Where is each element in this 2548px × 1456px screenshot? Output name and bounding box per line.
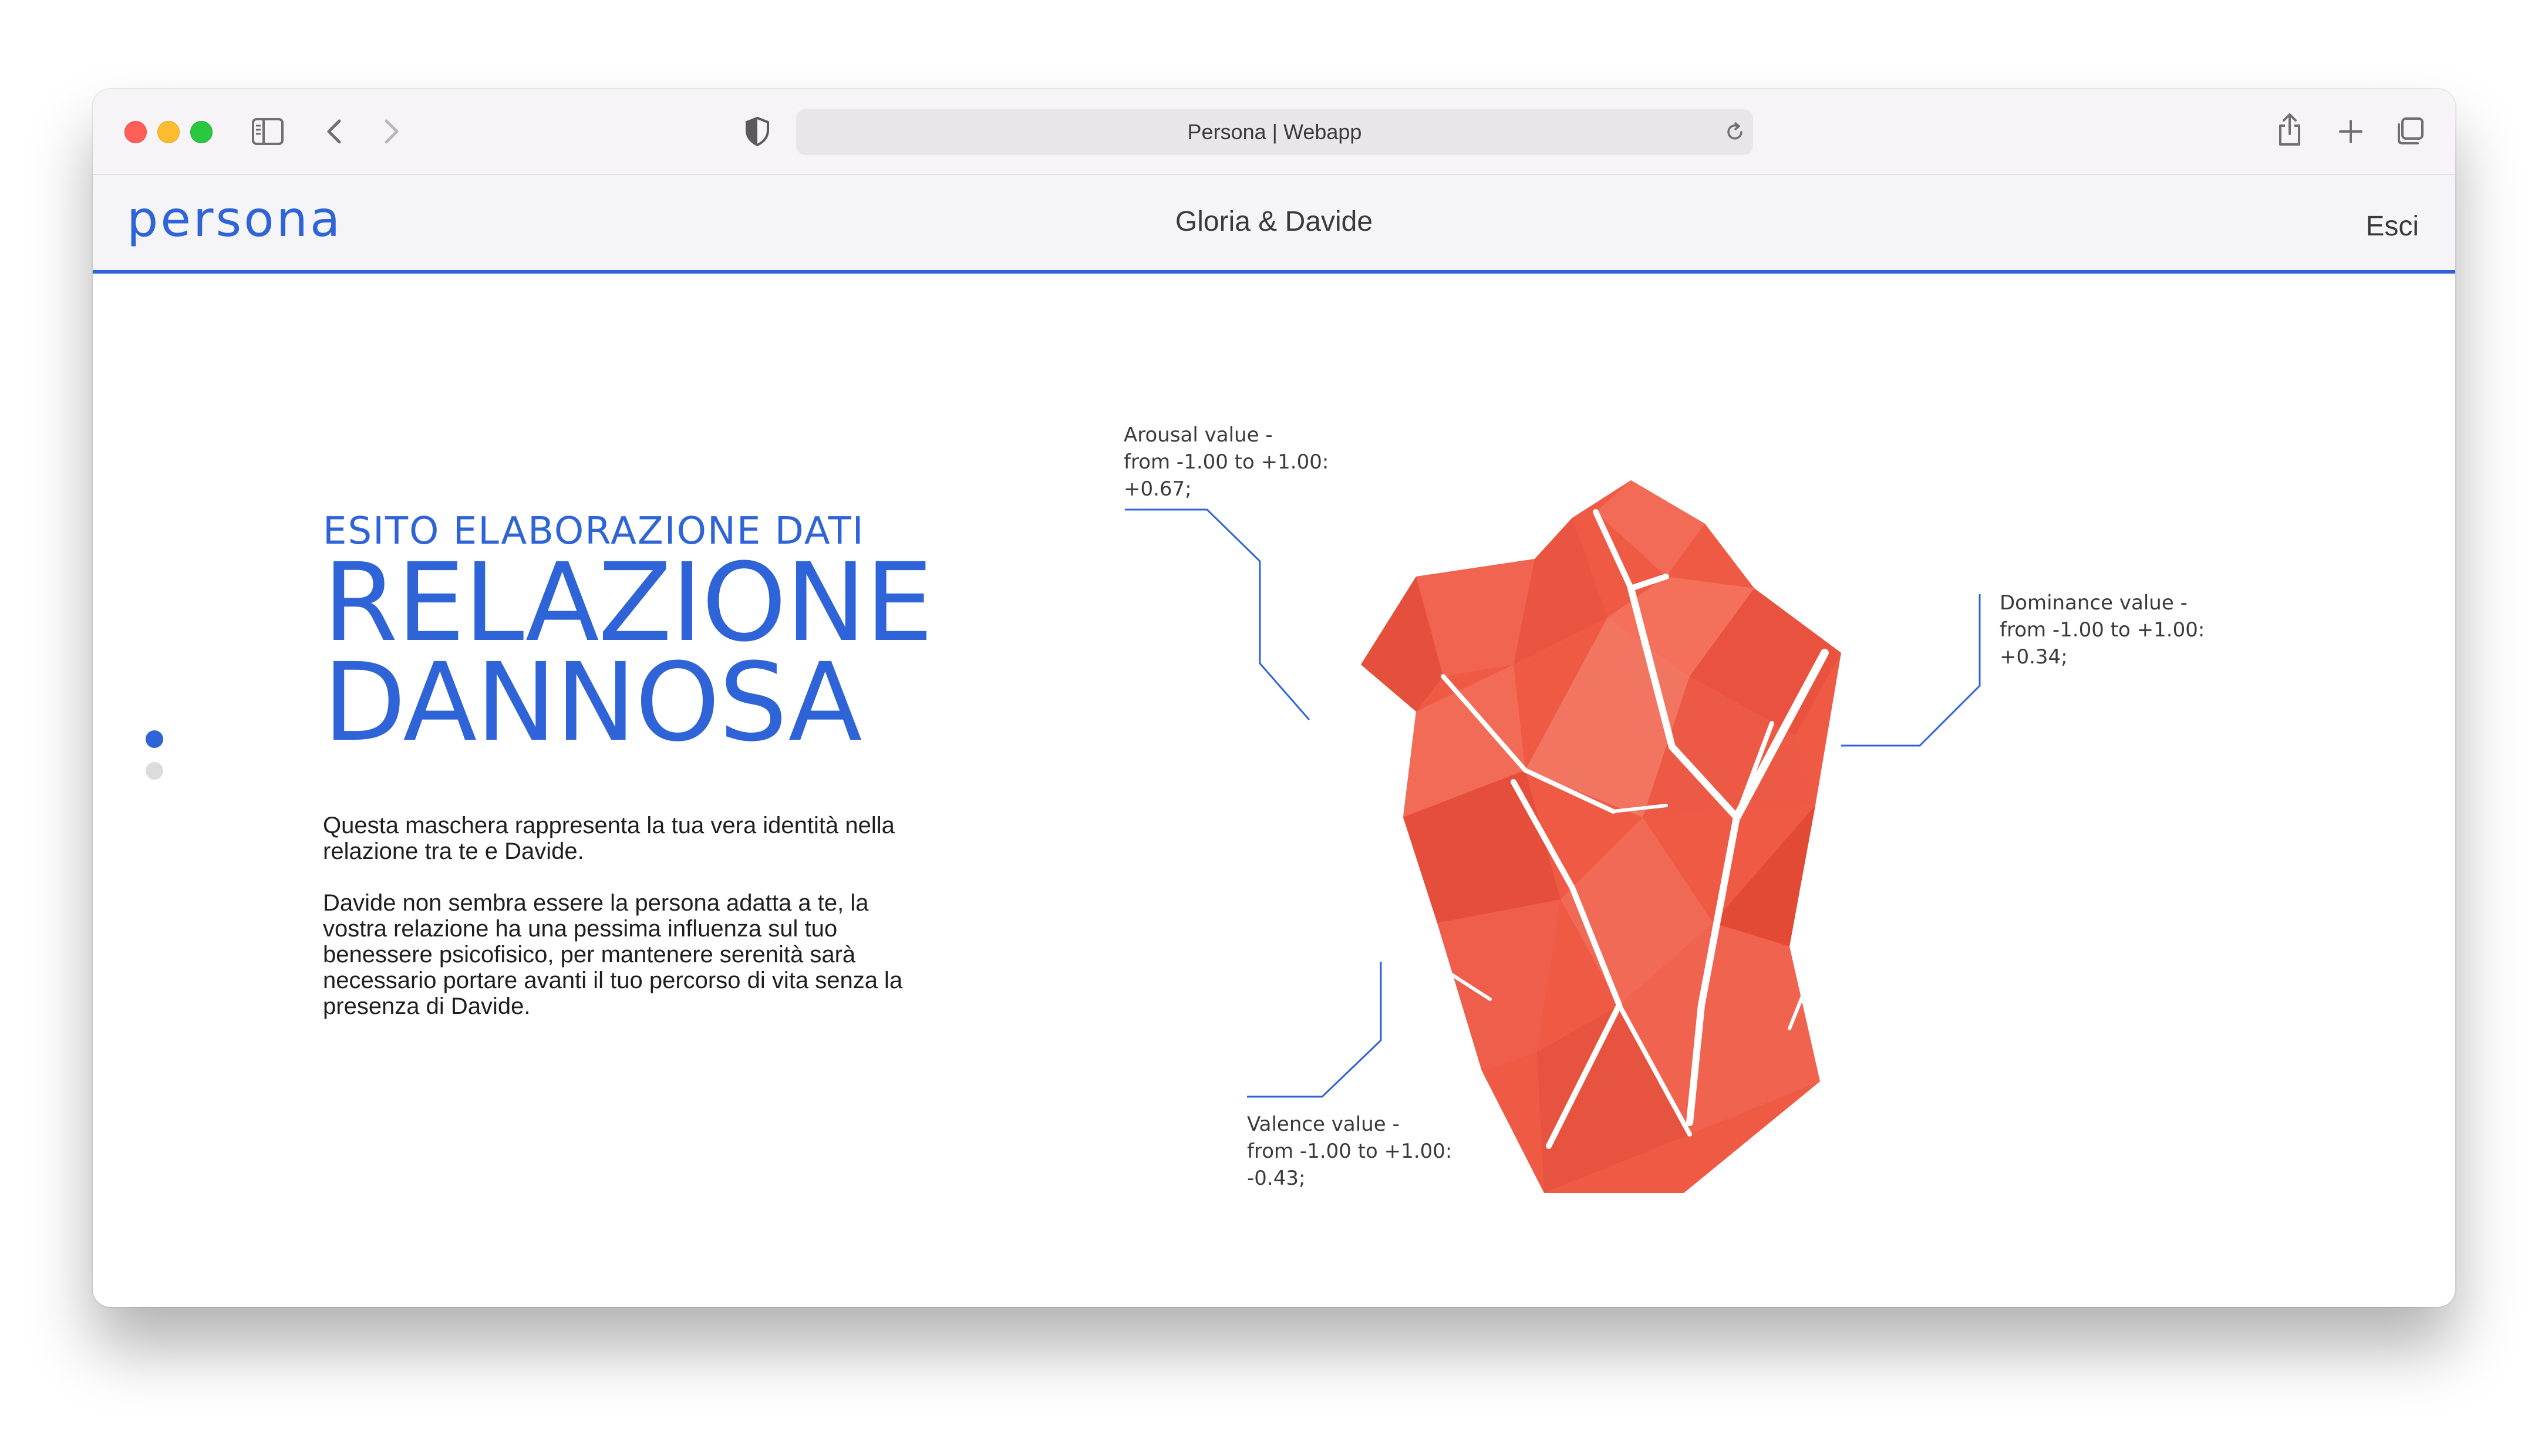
- dominance-connector-line: [1841, 594, 1981, 747]
- arousal-value-label: Arousal value - from -1.00 to +1.00: +0.…: [1124, 422, 1329, 503]
- arousal-value: +0.67;: [1124, 477, 1192, 501]
- valence-value: -0.43;: [1247, 1167, 1306, 1190]
- arousal-title: Arousal value -: [1124, 423, 1273, 447]
- valence-range: from -1.00 to +1.00:: [1247, 1140, 1452, 1163]
- dominance-title: Dominance value -: [2000, 591, 2188, 615]
- dominance-range: from -1.00 to +1.00:: [2000, 618, 2205, 642]
- arousal-connector-line: [1125, 508, 1310, 720]
- crystal-mask-illustration: [1361, 480, 1841, 1193]
- dominance-value: +0.34;: [2000, 645, 2068, 669]
- arousal-range: from -1.00 to +1.00:: [1124, 450, 1329, 474]
- valence-connector-line: [1247, 962, 1382, 1098]
- dominance-value-label: Dominance value - from -1.00 to +1.00: +…: [2000, 589, 2205, 670]
- valence-title: Valence value -: [1247, 1113, 1400, 1136]
- valence-value-label: Valence value - from -1.00 to +1.00: -0.…: [1247, 1111, 1452, 1192]
- browser-window: Persona | Webapp persona Gloria & Davide…: [93, 89, 2455, 1307]
